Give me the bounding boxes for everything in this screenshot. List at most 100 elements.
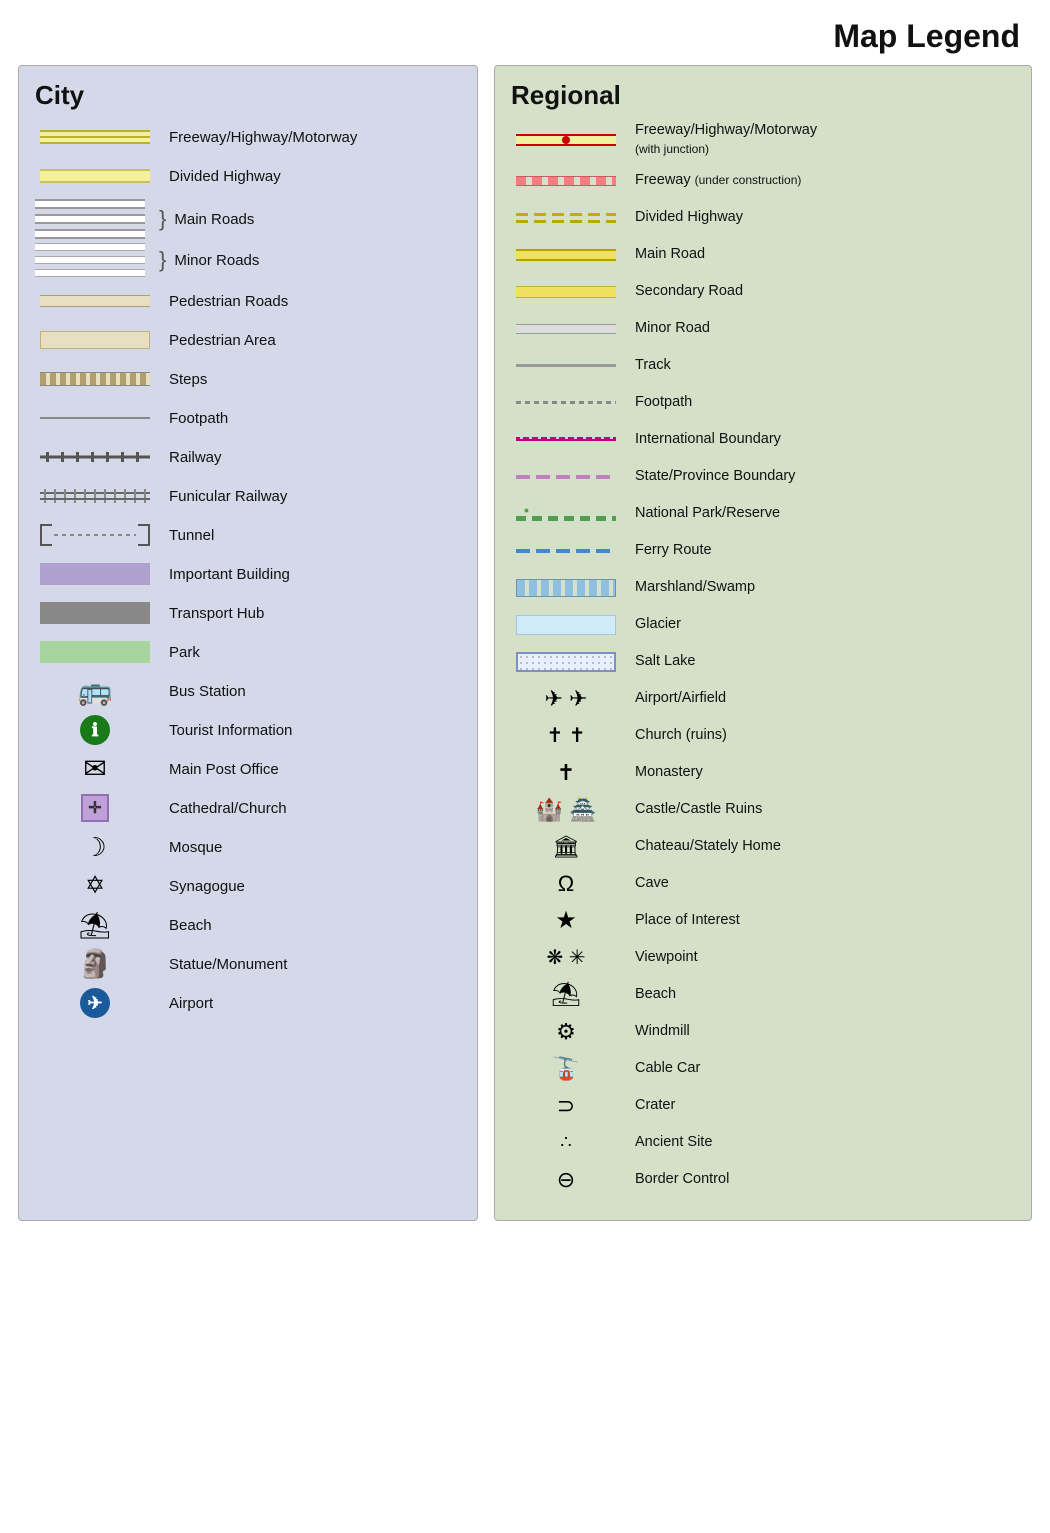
reg-minor-label: Minor Road [635, 319, 710, 338]
reg-cave-icon: Ω [558, 871, 574, 897]
reg-marshland-symbol [511, 579, 621, 597]
reg-castle-icon: 🏰 🏯 [536, 797, 597, 823]
list-item: Pedestrian Area [35, 324, 461, 356]
main-road-line3 [35, 229, 145, 239]
reg-viewpoint-symbol: ❋ ✳ [511, 945, 621, 970]
list-item: Salt Lake [511, 647, 1015, 677]
list-item: Footpath [35, 402, 461, 434]
tourist-info-label: Tourist Information [169, 722, 292, 739]
tourist-info-icon: ℹ [80, 715, 110, 745]
reg-salt-lake-symbol [511, 652, 621, 672]
reg-cable-car-symbol: 🚡 [511, 1056, 621, 1082]
reg-ancient-site-icon: ∴ [560, 1132, 571, 1153]
airport-icon: ✈ [80, 988, 110, 1018]
reg-nat-park-icon: • [516, 504, 616, 524]
railway-label: Railway [169, 449, 222, 466]
minor-road-line3 [35, 269, 145, 277]
reg-beach-icon: ⛱ [551, 980, 581, 1009]
reg-windmill-label: Windmill [635, 1022, 690, 1041]
list-item: Freeway/Highway/Motorway(with junction) [511, 121, 1015, 159]
list-item: • National Park/Reserve [511, 499, 1015, 529]
minor-roads-symbol [35, 243, 145, 277]
reg-freeway-const-label: Freeway (under construction) [635, 171, 801, 190]
reg-intl-boundary-icon [516, 436, 616, 444]
reg-freeway-const-icon [516, 176, 616, 186]
reg-chateau-icon: 🏛 [552, 834, 580, 860]
cathedral-label: Cathedral/Church [169, 800, 287, 817]
reg-ancient-site-symbol: ∴ [511, 1132, 621, 1153]
reg-place-interest-label: Place of Interest [635, 911, 740, 930]
main-road-line2 [35, 214, 145, 224]
reg-intl-boundary-label: International Boundary [635, 430, 781, 449]
mosque-icon: ☽ [83, 834, 106, 860]
list-item: Steps [35, 363, 461, 395]
reg-divided-label: Divided Highway [635, 208, 743, 227]
list-item: Divided Highway [511, 203, 1015, 233]
reg-castle-symbol: 🏰 🏯 [511, 797, 621, 823]
list-item: Tunnel [35, 519, 461, 551]
post-office-icon: ✉ [83, 755, 106, 783]
list-item: ☽ Mosque [35, 831, 461, 863]
reg-divided-icon [516, 212, 616, 224]
beach-icon: ⛱ [78, 912, 111, 938]
cathedral-symbol: ✛ [35, 794, 155, 822]
reg-chateau-symbol: 🏛 [511, 834, 621, 860]
list-item: 🚡 Cable Car [511, 1054, 1015, 1084]
beach-label: Beach [169, 917, 212, 934]
list-item: ℹ Tourist Information [35, 714, 461, 746]
reg-castle-label: Castle/Castle Ruins [635, 800, 762, 819]
cathedral-icon: ✛ [81, 794, 109, 822]
reg-airport-icon: ✈ ✈ [545, 686, 588, 712]
reg-freeway-label: Freeway/Highway/Motorway(with junction) [635, 121, 817, 159]
ped-roads-symbol [35, 295, 155, 307]
list-item: Important Building [35, 558, 461, 590]
reg-windmill-symbol: ⚙ [511, 1019, 621, 1045]
reg-nat-park-symbol: • [511, 504, 621, 524]
airport-symbol: ✈ [35, 988, 155, 1018]
footpath-symbol [35, 417, 155, 419]
railway-symbol [35, 452, 155, 462]
list-item: Railway [35, 441, 461, 473]
list-item: ∴ Ancient Site [511, 1128, 1015, 1158]
reg-airport-symbol: ✈ ✈ [511, 686, 621, 712]
funicular-icon [40, 489, 150, 503]
park-icon [40, 641, 150, 663]
reg-marshland-label: Marshland/Swamp [635, 578, 755, 597]
reg-ferry-label: Ferry Route [635, 541, 712, 560]
list-item: Transport Hub [35, 597, 461, 629]
reg-church-symbol: ✝ ✝ [511, 723, 621, 748]
reg-crater-label: Crater [635, 1096, 675, 1115]
bus-station-label: Bus Station [169, 683, 246, 700]
main-roads-symbol [35, 199, 145, 239]
minor-road-line2 [35, 256, 145, 264]
list-item: Glacier [511, 610, 1015, 640]
reg-freeway-const-symbol [511, 176, 621, 186]
list-item: ✈ Airport [35, 987, 461, 1019]
list-item: ✝ Monastery [511, 758, 1015, 788]
park-symbol [35, 641, 155, 663]
list-item: ⊃ Crater [511, 1091, 1015, 1121]
reg-viewpoint-label: Viewpoint [635, 948, 698, 967]
list-item: ❋ ✳ Viewpoint [511, 943, 1015, 973]
list-item: ⚙ Windmill [511, 1017, 1015, 1047]
list-item: Secondary Road [511, 277, 1015, 307]
reg-border-control-label: Border Control [635, 1170, 729, 1189]
reg-marshland-icon [516, 579, 616, 597]
post-office-symbol: ✉ [35, 755, 155, 783]
list-item: } Minor Roads [35, 243, 461, 277]
park-label: Park [169, 644, 200, 661]
reg-windmill-icon: ⚙ [556, 1019, 576, 1045]
regional-title: Regional [511, 80, 1015, 111]
reg-divided-symbol [511, 212, 621, 224]
minor-roads-brace: } [159, 247, 166, 273]
bus-station-symbol: 🚌 [35, 677, 155, 705]
tunnel-bracket-right [138, 524, 150, 546]
ped-area-icon [40, 331, 150, 349]
reg-crater-icon: ⊃ [557, 1093, 575, 1119]
footpath-icon [40, 417, 150, 419]
reg-state-boundary-icon [516, 475, 616, 479]
list-item: State/Province Boundary [511, 462, 1015, 492]
list-item: Track [511, 351, 1015, 381]
steps-icon [40, 372, 150, 386]
reg-intl-boundary-symbol [511, 436, 621, 444]
